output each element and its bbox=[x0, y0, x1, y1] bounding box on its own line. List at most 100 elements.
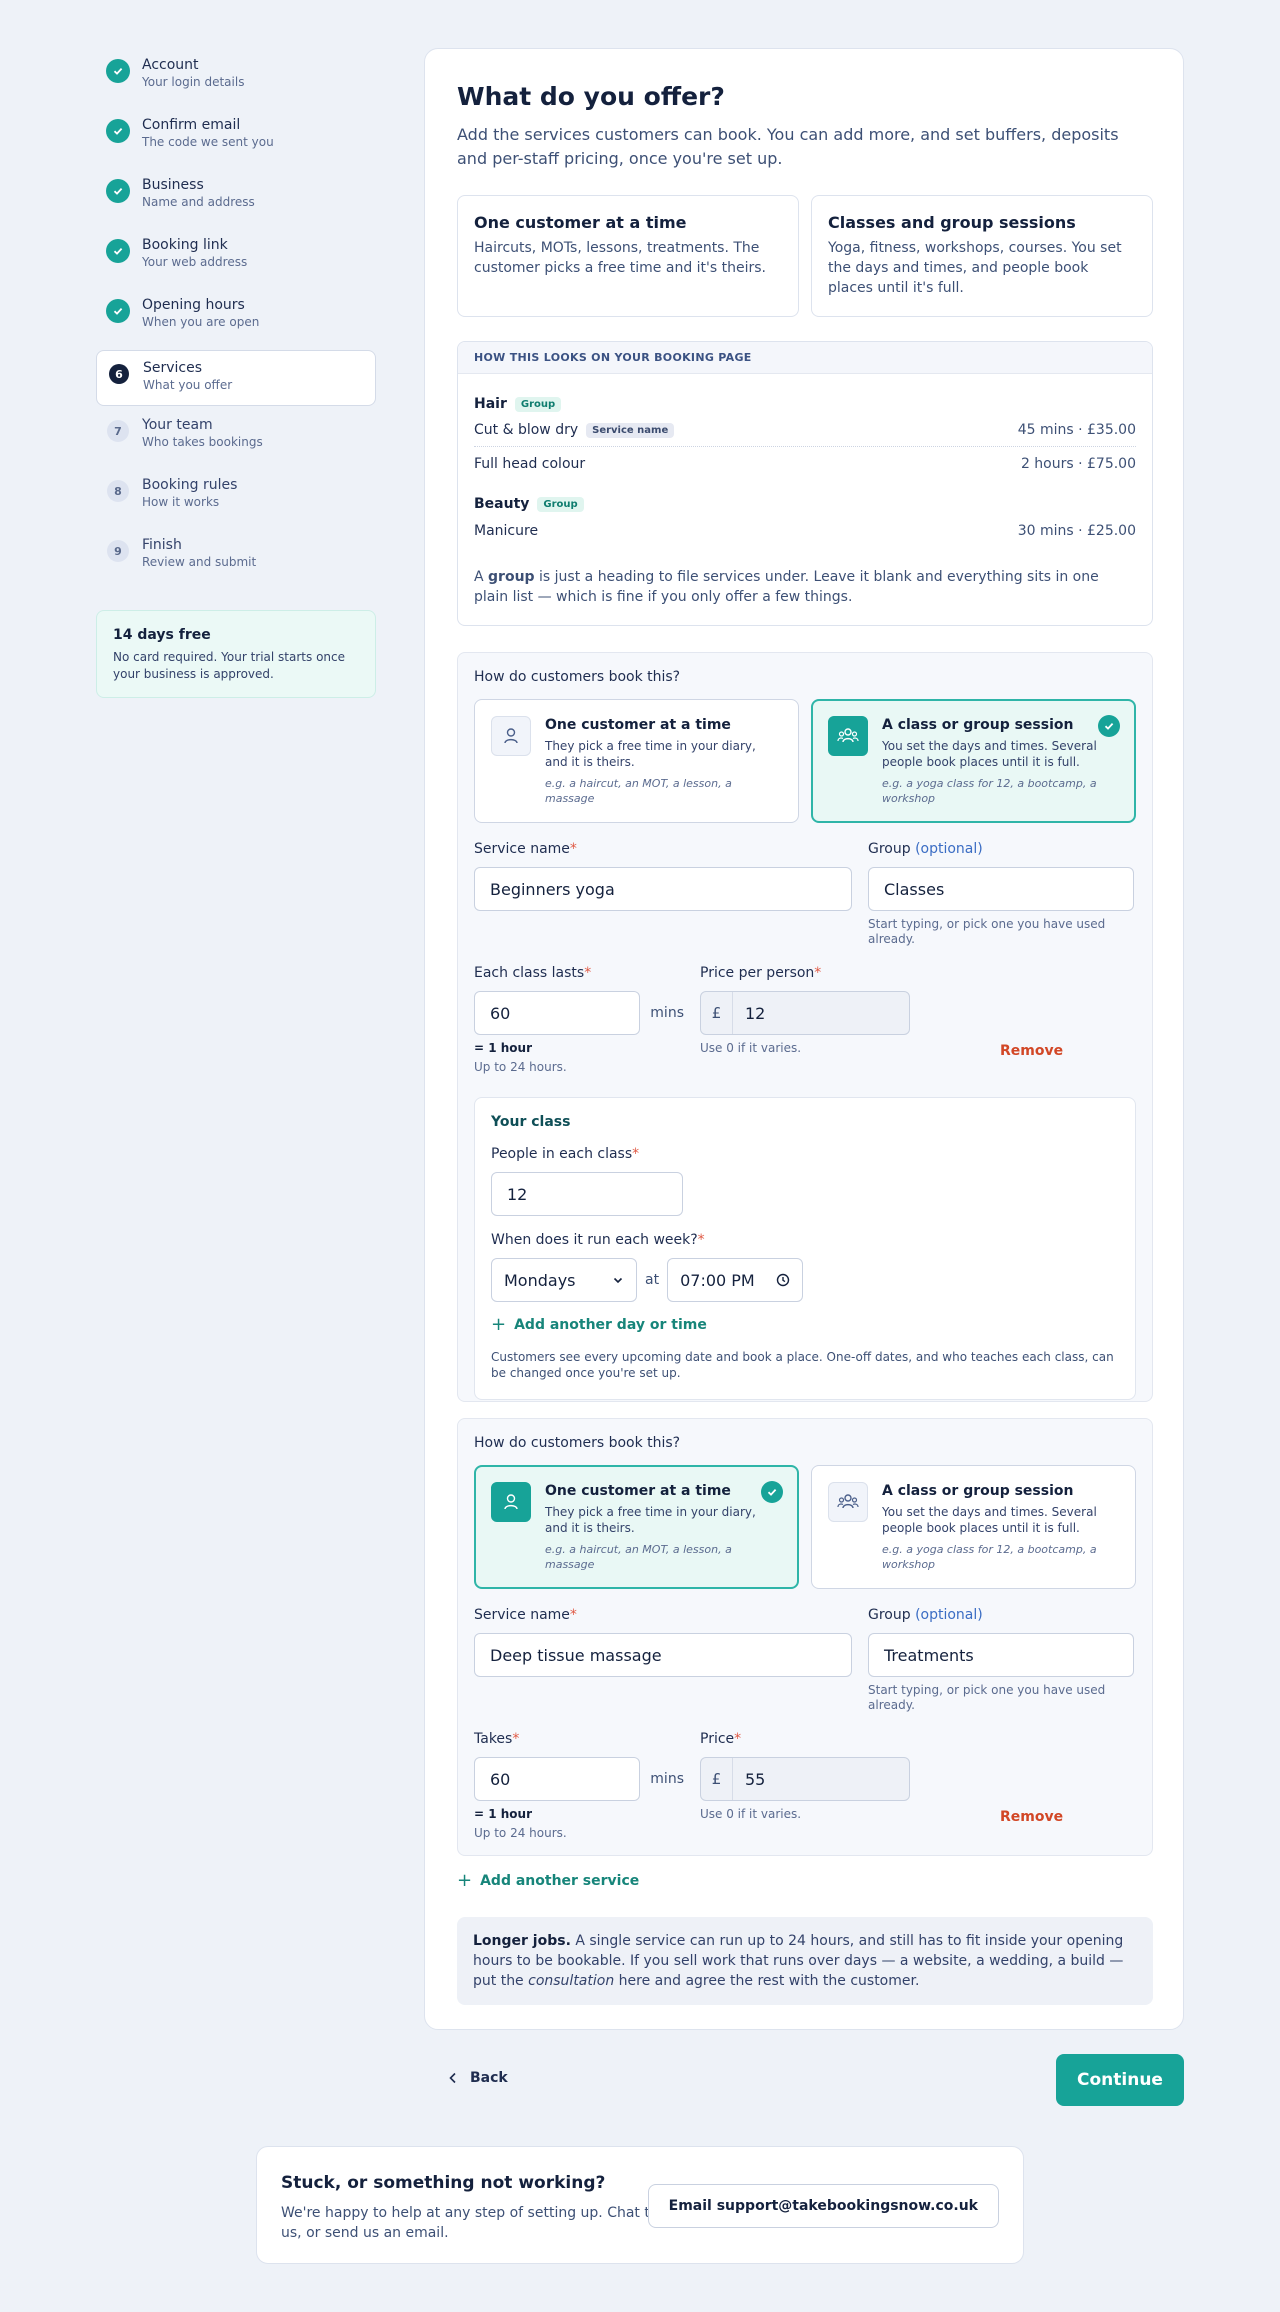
day-select[interactable]: Mondays bbox=[491, 1258, 637, 1302]
step-number: 7 bbox=[107, 420, 129, 442]
add-service-button[interactable]: + Add another service bbox=[457, 1870, 1153, 1891]
note-text: A bbox=[474, 569, 489, 585]
continue-button[interactable]: Continue bbox=[1056, 2054, 1184, 2106]
group-input[interactable]: Classes bbox=[868, 867, 1134, 911]
back-button[interactable]: Back bbox=[446, 2070, 508, 2086]
step-confirm-email[interactable]: Confirm email The code we sent you bbox=[96, 108, 376, 168]
group-icon bbox=[828, 1482, 868, 1522]
step-subtitle: Who takes bookings bbox=[142, 435, 263, 449]
booking-mode-options: One customer at a time They pick a free … bbox=[474, 699, 1136, 823]
step-business[interactable]: Business Name and address bbox=[96, 168, 376, 228]
service-name-label: Service name* bbox=[474, 1607, 577, 1623]
step-title: Finish bbox=[142, 537, 182, 553]
preview-service-meta: 30 mins · £25.00 bbox=[1017, 522, 1136, 539]
class-title: Your class bbox=[491, 1114, 571, 1130]
preview-row: Manicure 30 mins · £25.00 bbox=[474, 514, 1136, 547]
preview-service-name: Cut & blow dry bbox=[474, 422, 579, 438]
type-classes: Classes and group sessions Yoga, fitness… bbox=[811, 195, 1153, 317]
people-label: People in each class* bbox=[491, 1146, 640, 1162]
check-icon bbox=[106, 239, 130, 263]
back-label: Back bbox=[470, 2070, 508, 2086]
group-name: Beauty bbox=[474, 496, 530, 512]
mode-text: You set the days and times. Several peop… bbox=[882, 739, 1097, 769]
people-input[interactable]: 12 bbox=[491, 1172, 683, 1216]
mode-text: They pick a free time in your diary, and… bbox=[545, 1505, 756, 1535]
group-label: Group (optional) bbox=[868, 841, 983, 857]
preview-service-name: Full head colour bbox=[474, 455, 586, 472]
step-booking-link[interactable]: Booking link Your web address bbox=[96, 228, 376, 288]
check-icon bbox=[1098, 715, 1120, 737]
chevron-down-icon bbox=[613, 1277, 623, 1284]
email-support-button[interactable]: Email support@takebookingsnow.co.uk bbox=[647, 2184, 999, 2228]
step-title: Business bbox=[142, 177, 204, 193]
currency-symbol: £ bbox=[701, 992, 733, 1034]
group-icon bbox=[828, 716, 868, 756]
add-day-time-button[interactable]: + Add another day or time bbox=[491, 1314, 1119, 1335]
booking-question: How do customers book this? bbox=[474, 669, 681, 685]
step-title: Your team bbox=[142, 417, 213, 433]
note-italic: consultation bbox=[528, 1973, 615, 1989]
price-value: 55 bbox=[745, 1769, 766, 1789]
time-input[interactable]: 07:00 PM bbox=[667, 1258, 804, 1302]
service-name-input[interactable]: Deep tissue massage bbox=[474, 1633, 852, 1677]
longer-jobs-note: Longer jobs. A single service can run up… bbox=[457, 1917, 1153, 2005]
mode-one-customer[interactable]: One customer at a time They pick a free … bbox=[474, 699, 799, 823]
mode-one-customer[interactable]: One customer at a time They pick a free … bbox=[474, 1465, 799, 1589]
help-panel: Stuck, or something not working? We're h… bbox=[256, 2146, 1024, 2264]
price-input[interactable]: £ 12 bbox=[700, 991, 910, 1035]
add-service-label: Add another service bbox=[480, 1872, 640, 1889]
service-editor-2: How do customers book this? One customer… bbox=[457, 1418, 1153, 1856]
step-navigation: Back Continue bbox=[424, 2054, 1184, 2106]
duration-input[interactable]: 60 bbox=[474, 1757, 641, 1801]
step-subtitle: Your login details bbox=[142, 75, 245, 89]
group-input[interactable]: Treatments bbox=[868, 1633, 1134, 1677]
step-opening-hours[interactable]: Opening hours When you are open bbox=[96, 288, 376, 348]
mode-example: e.g. a yoga class for 12, a bootcamp, a … bbox=[882, 777, 1097, 805]
person-icon bbox=[491, 1482, 531, 1522]
type-title: One customer at a time bbox=[474, 213, 687, 232]
clock-icon bbox=[776, 1273, 790, 1287]
preview-heading: HOW THIS LOOKS ON YOUR BOOKING PAGE bbox=[458, 342, 1152, 374]
services-card: What do you offer? Add the services cust… bbox=[424, 48, 1184, 2030]
mode-example: e.g. a yoga class for 12, a bootcamp, a … bbox=[882, 1543, 1097, 1571]
duration-input[interactable]: 60 bbox=[474, 991, 641, 1035]
step-account[interactable]: Account Your login details bbox=[96, 48, 376, 108]
schedule-label: When does it run each week?* bbox=[491, 1232, 705, 1248]
mode-example: e.g. a haircut, an MOT, a lesson, a mass… bbox=[545, 1543, 732, 1571]
step-number: 6 bbox=[109, 364, 129, 384]
help-title: Stuck, or something not working? bbox=[281, 2173, 606, 2193]
step-title: Services bbox=[143, 360, 203, 376]
trial-text: No card required. Your trial starts once… bbox=[113, 650, 345, 681]
note-text: here and agree the rest with the custome… bbox=[614, 1973, 920, 1989]
preview-service-meta: 45 mins · £35.00 bbox=[1017, 422, 1136, 438]
type-title: Classes and group sessions bbox=[828, 213, 1076, 232]
price-input[interactable]: £ 55 bbox=[700, 1757, 910, 1801]
group-chip: Group bbox=[514, 396, 562, 412]
person-icon bbox=[491, 716, 531, 756]
service-name-input[interactable]: Beginners yoga bbox=[474, 867, 852, 911]
add-day-time-label: Add another day or time bbox=[514, 1316, 707, 1333]
class-schedule: Your class People in each class* 12 When… bbox=[474, 1097, 1136, 1400]
booking-question: How do customers book this? bbox=[474, 1435, 681, 1451]
remove-service-button[interactable]: Remove bbox=[1000, 1809, 1063, 1825]
step-subtitle: Name and address bbox=[142, 195, 255, 209]
mode-text: They pick a free time in your diary, and… bbox=[545, 739, 756, 769]
step-booking-rules: 8 Booking rules How it works bbox=[96, 468, 376, 528]
remove-service-button[interactable]: Remove bbox=[1000, 1043, 1063, 1059]
day-value: Mondays bbox=[504, 1270, 576, 1290]
duration-hint-hours: = 1 hour bbox=[474, 1807, 533, 1821]
mode-class-session[interactable]: A class or group session You set the day… bbox=[811, 1465, 1136, 1589]
check-icon bbox=[106, 119, 130, 143]
step-subtitle: Your web address bbox=[142, 255, 248, 269]
mode-class-session[interactable]: A class or group session You set the day… bbox=[811, 699, 1136, 823]
step-subtitle: The code we sent you bbox=[142, 135, 274, 149]
step-number: 9 bbox=[107, 540, 129, 562]
step-title: Booking rules bbox=[142, 477, 238, 493]
chevron-left-icon bbox=[449, 2072, 456, 2084]
group-hint: Start typing, or pick one you have used … bbox=[868, 1683, 1106, 1712]
duration-hint-hours: = 1 hour bbox=[474, 1041, 533, 1055]
mode-title: A class or group session bbox=[882, 717, 1074, 733]
check-icon bbox=[761, 1481, 783, 1503]
group-label: Group (optional) bbox=[868, 1607, 983, 1623]
mode-example: e.g. a haircut, an MOT, a lesson, a mass… bbox=[545, 777, 732, 805]
